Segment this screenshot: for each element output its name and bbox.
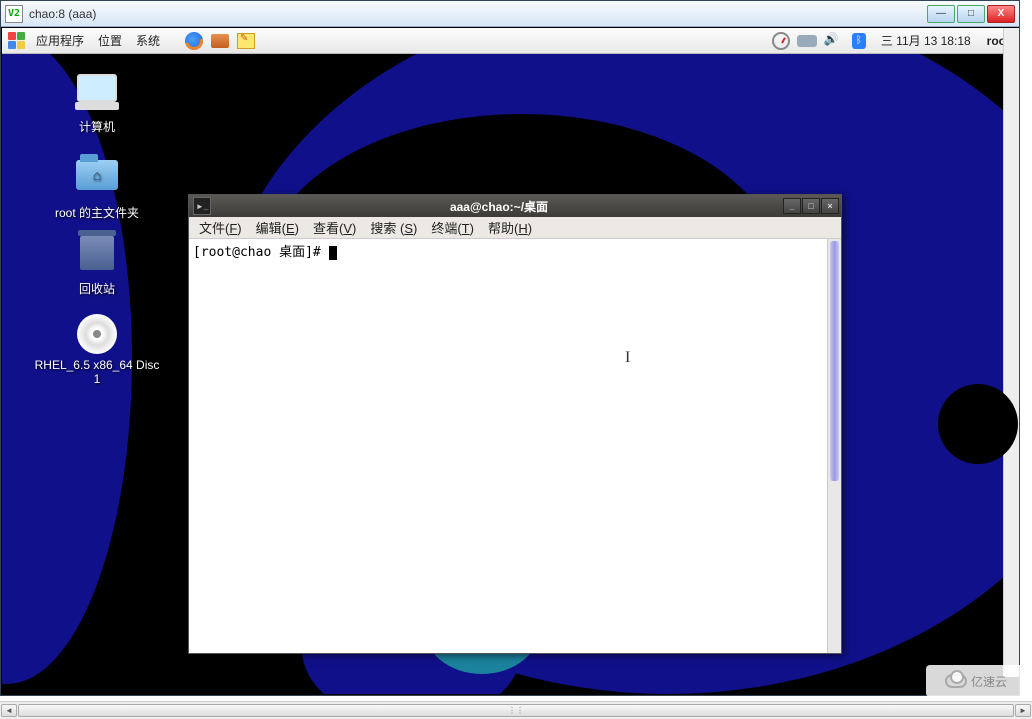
desktop-icon-dvd[interactable]: RHEL_6.5 x86_64 Disc 1 bbox=[32, 314, 162, 386]
text-cursor-icon: I bbox=[625, 349, 630, 367]
desktop-icon-label: 计算机 bbox=[32, 118, 162, 135]
bluetooth-icon[interactable]: ᛒ bbox=[849, 31, 869, 51]
vnc-vertical-scrollbar[interactable] bbox=[1003, 28, 1019, 677]
desktop-icon-label: 回收站 bbox=[32, 280, 162, 297]
disk-icon[interactable] bbox=[797, 31, 817, 51]
system-monitor-icon[interactable] bbox=[771, 31, 791, 51]
desktop-body[interactable]: 计算机 root 的主文件夹 回收站 RHEL_6.5 x86_64 Disc … bbox=[2, 54, 1018, 694]
gnome-desktop: 应用程序 位置 系统 ᛒ 三 11月 13 18:18 root bbox=[2, 28, 1018, 694]
terminal-minimize-button[interactable]: _ bbox=[783, 198, 801, 214]
desktop-icon-trash[interactable]: 回收站 bbox=[32, 234, 162, 297]
vnc-close-button[interactable]: X bbox=[987, 5, 1015, 23]
dvd-icon bbox=[73, 314, 121, 354]
watermark-text: 亿速云 bbox=[971, 673, 1007, 690]
terminal-title: aaa@chao:~/桌面 bbox=[215, 198, 783, 215]
desktop-icon-computer[interactable]: 计算机 bbox=[32, 74, 162, 135]
scroll-left-arrow-icon[interactable]: ◄ bbox=[1, 704, 17, 717]
terminal-menu-help[interactable]: 帮助(H) bbox=[488, 218, 532, 237]
vnc-horizontal-scrollbar-thumb[interactable]: ⋮⋮ bbox=[18, 704, 1014, 717]
terminal-window[interactable]: ►_ aaa@chao:~/桌面 _ □ × 文件(F) 编辑(E) 查看(V)… bbox=[188, 194, 842, 654]
vnc-maximize-button[interactable]: □ bbox=[957, 5, 985, 23]
trash-icon bbox=[73, 236, 121, 276]
menu-applications[interactable]: 应用程序 bbox=[32, 32, 88, 49]
terminal-menu-file[interactable]: 文件(F) bbox=[199, 218, 242, 237]
scrollbar-grip-icon: ⋮⋮ bbox=[511, 708, 521, 713]
desktop-icon-label: root 的主文件夹 bbox=[32, 204, 162, 221]
terminal-menu-terminal[interactable]: 终端(T) bbox=[431, 218, 474, 237]
menu-places[interactable]: 位置 bbox=[94, 32, 126, 49]
terminal-maximize-button[interactable]: □ bbox=[802, 198, 820, 214]
vnc-title: chao:8 (aaa) bbox=[29, 7, 927, 21]
vnc-content: 应用程序 位置 系统 ᛒ 三 11月 13 18:18 root bbox=[2, 28, 1018, 694]
notes-launcher-icon[interactable] bbox=[236, 31, 256, 51]
terminal-prompt: [root@chao 桌面]# bbox=[193, 245, 329, 260]
terminal-body[interactable]: [root@chao 桌面]# I bbox=[189, 239, 841, 653]
desktop-icon-home[interactable]: root 的主文件夹 bbox=[32, 154, 162, 221]
terminal-scrollbar-thumb[interactable] bbox=[830, 241, 839, 481]
scroll-right-arrow-icon[interactable]: ► bbox=[1015, 704, 1031, 717]
watermark: 亿速云 bbox=[926, 665, 1026, 697]
desktop-icon-label: RHEL_6.5 x86_64 Disc 1 bbox=[32, 358, 162, 386]
terminal-menu-search[interactable]: 搜索 (S) bbox=[370, 218, 417, 237]
terminal-titlebar[interactable]: ►_ aaa@chao:~/桌面 _ □ × bbox=[189, 195, 841, 217]
dictionary-launcher-icon[interactable] bbox=[210, 31, 230, 51]
vnc-window: V2 chao:8 (aaa) — □ X 应用程序 位置 系统 bbox=[0, 0, 1020, 696]
computer-icon bbox=[73, 74, 121, 114]
volume-icon[interactable] bbox=[823, 31, 843, 51]
gnome-top-panel: 应用程序 位置 系统 ᛒ 三 11月 13 18:18 root bbox=[2, 28, 1018, 54]
vnc-horizontal-scrollbar[interactable]: ◄ ⋮⋮ ► bbox=[0, 701, 1032, 719]
vnc-minimize-button[interactable]: — bbox=[927, 5, 955, 23]
vnc-logo-icon: V2 bbox=[5, 5, 23, 23]
terminal-scrollbar[interactable] bbox=[827, 239, 841, 653]
terminal-close-button[interactable]: × bbox=[821, 198, 839, 214]
panel-clock[interactable]: 三 11月 13 18:18 bbox=[875, 32, 977, 49]
menu-system[interactable]: 系统 bbox=[132, 32, 164, 49]
terminal-menu-edit[interactable]: 编辑(E) bbox=[256, 218, 299, 237]
home-folder-icon bbox=[73, 160, 121, 200]
terminal-app-icon: ►_ bbox=[193, 197, 211, 215]
terminal-menubar: 文件(F) 编辑(E) 查看(V) 搜索 (S) 终端(T) 帮助(H) bbox=[189, 217, 841, 239]
vnc-titlebar[interactable]: V2 chao:8 (aaa) — □ X bbox=[1, 1, 1019, 27]
cloud-icon bbox=[945, 674, 967, 688]
gnome-foot-icon[interactable] bbox=[6, 31, 26, 51]
firefox-launcher-icon[interactable] bbox=[184, 31, 204, 51]
terminal-cursor bbox=[329, 246, 337, 260]
terminal-menu-view[interactable]: 查看(V) bbox=[313, 218, 356, 237]
wallpaper-shape bbox=[938, 384, 1018, 464]
